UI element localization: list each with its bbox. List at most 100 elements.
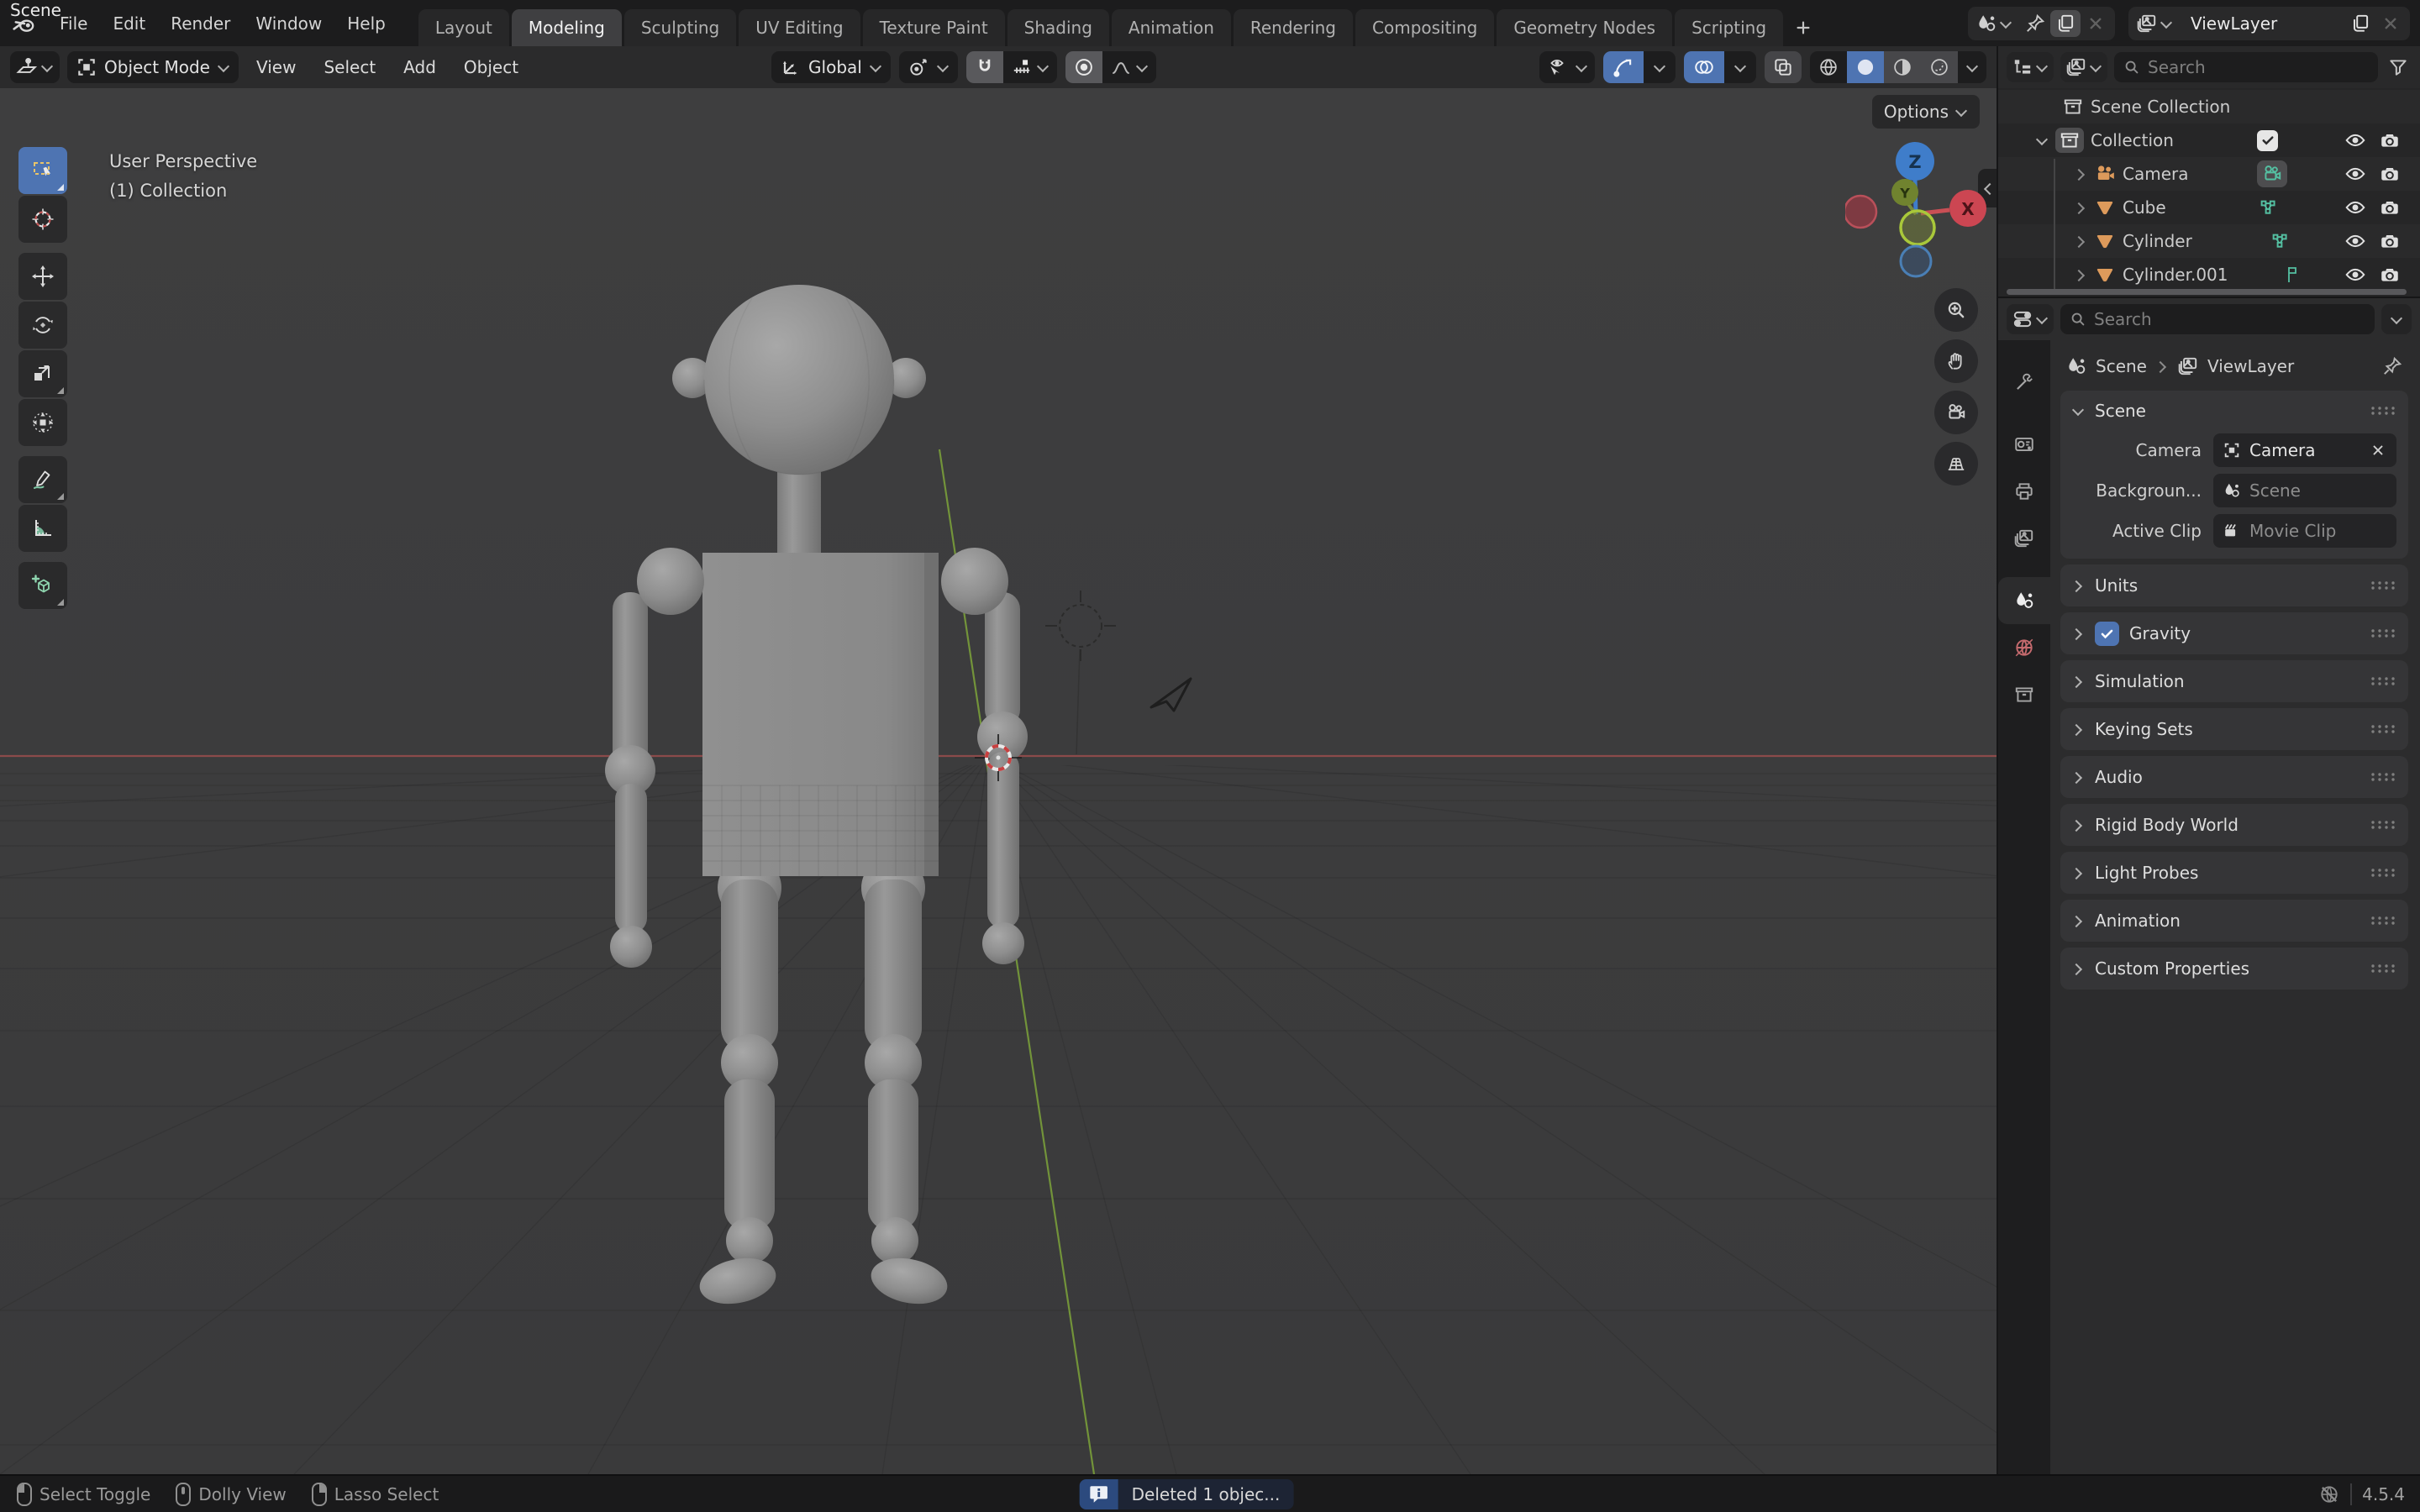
chevron-down-icon — [1575, 60, 1588, 74]
mesh-data-icon[interactable] — [2257, 197, 2279, 218]
expand-chevron-icon[interactable] — [2074, 167, 2087, 181]
outliner-row-cylinder[interactable]: Cylinder — [1998, 224, 2420, 258]
statusbar-right: 4.5.4 — [2318, 1483, 2405, 1505]
active-collection-label: (1) Collection — [109, 176, 257, 206]
outliner-scrollbar[interactable] — [2007, 289, 2407, 295]
scene-selector: Scene — [1968, 7, 2115, 40]
expand-chevron-icon[interactable] — [2074, 234, 2087, 248]
scene-collection-label: Scene Collection — [2091, 97, 2230, 117]
rotate-tool[interactable] — [18, 302, 67, 349]
outliner-row-collection[interactable]: Collection — [1998, 123, 2420, 157]
mesh-data-icon[interactable] — [2286, 265, 2299, 284]
hide-viewport-icon[interactable] — [2344, 129, 2366, 151]
mesh-data-icon[interactable] — [2269, 230, 2291, 252]
camera-data-icon — [2261, 163, 2283, 185]
navigation-gizmo[interactable]: Z Y X — [1845, 139, 1986, 280]
humanoid-model[interactable] — [605, 285, 1028, 1310]
camera-view-button[interactable] — [1934, 391, 1978, 434]
close-icon — [2085, 13, 2107, 34]
chevron-down-icon — [40, 60, 54, 74]
hide-viewport-icon[interactable] — [2344, 163, 2366, 185]
disable-render-icon[interactable] — [2379, 230, 2401, 252]
cursor-tool[interactable] — [18, 196, 67, 243]
expand-chevron-icon — [2071, 675, 2085, 688]
expand-chevron-icon — [2071, 627, 2085, 640]
status-message[interactable]: Deleted 1 objec... — [1080, 1479, 1294, 1509]
viewport-nav-buttons — [1934, 288, 1978, 486]
outliner-row-camera[interactable]: Camera — [1998, 157, 2420, 191]
toggle-ortho-button[interactable] — [1934, 442, 1978, 486]
collection-icon-box — [2055, 128, 2084, 153]
pan-button[interactable] — [1934, 339, 1978, 383]
measure-icon — [31, 517, 55, 540]
object-data-slot — [2257, 197, 2338, 218]
zoom-button[interactable] — [1934, 288, 1978, 332]
disable-render-icon[interactable] — [2379, 197, 2401, 218]
expand-chevron-icon[interactable] — [2074, 201, 2087, 214]
camera-object-icon — [2094, 163, 2116, 185]
scale-tool[interactable] — [18, 350, 67, 397]
hand-icon — [1945, 350, 1967, 372]
expand-chevron-icon[interactable] — [2074, 268, 2087, 281]
object-visibility-icons — [2344, 230, 2408, 252]
cursor-tool-icon — [31, 207, 55, 231]
chevron-down-icon — [1733, 60, 1747, 74]
select-box-tool[interactable] — [18, 147, 67, 194]
move-tool[interactable] — [18, 253, 67, 300]
z-axis-label: Z — [1908, 152, 1921, 172]
outliner-row-cube[interactable]: Cube — [1998, 191, 2420, 224]
gizmo-y-negative[interactable] — [1901, 211, 1934, 244]
annotate-tool[interactable] — [18, 456, 67, 503]
hide-viewport-icon[interactable] — [2344, 264, 2366, 286]
object-data-slot — [2257, 160, 2338, 187]
transform-icon — [31, 411, 55, 434]
collapse-chevron-icon[interactable] — [2035, 134, 2049, 147]
expand-chevron-icon — [2071, 818, 2085, 832]
disable-render-icon[interactable] — [2379, 264, 2401, 286]
3d-viewport[interactable]: User Perspective (1) Collection Options … — [0, 88, 1996, 1474]
chevron-down-icon — [2160, 17, 2173, 30]
rotate-icon — [31, 313, 55, 337]
chevron-down-icon — [1135, 60, 1149, 74]
view-perspective-label: User Perspective — [109, 147, 257, 176]
object-visibility-icons — [2344, 163, 2408, 185]
hide-viewport-icon[interactable] — [2344, 230, 2366, 252]
transform-tool[interactable] — [18, 399, 67, 446]
expand-chevron-icon — [2071, 722, 2085, 736]
delete-view-layer-button[interactable] — [2375, 10, 2406, 37]
disable-render-icon[interactable] — [2379, 163, 2401, 185]
chevron-down-icon — [2089, 60, 2102, 74]
hint-label: Select Toggle — [39, 1484, 150, 1504]
expand-chevron-icon — [2071, 962, 2085, 975]
mesh-object-icon — [2094, 197, 2116, 218]
hint-lasso-select: Lasso Select — [310, 1482, 439, 1507]
outliner-row-scene-collection[interactable]: Scene Collection — [1998, 90, 2420, 123]
disable-render-icon[interactable] — [2379, 129, 2401, 151]
mouse-right-icon — [310, 1482, 329, 1507]
object-visibility-icons — [2344, 264, 2408, 286]
arrow-empty-object[interactable] — [1151, 679, 1191, 711]
outliner-row-cylinder-001[interactable]: Cylinder.001 — [1998, 258, 2420, 291]
mouse-middle-icon — [174, 1482, 192, 1507]
empty-object[interactable] — [1045, 591, 1116, 754]
zoom-icon — [1945, 299, 1967, 321]
gizmo-z-negative[interactable] — [1901, 246, 1931, 276]
collection-icon — [2062, 96, 2084, 118]
expand-chevron-icon — [2071, 770, 2085, 784]
viewport-overlay-text: User Perspective (1) Collection — [109, 147, 257, 206]
hide-viewport-icon[interactable] — [2344, 197, 2366, 218]
exclude-checkbox[interactable] — [2257, 130, 2278, 151]
delete-scene-button[interactable] — [2081, 10, 2111, 37]
measure-tool[interactable] — [18, 505, 67, 552]
object-data-slot — [2257, 230, 2338, 252]
collection-visibility-icons — [2344, 129, 2408, 151]
chevron-down-icon — [217, 60, 230, 74]
gizmo-x-negative[interactable] — [1845, 196, 1876, 228]
options-dropdown[interactable]: Options — [1872, 95, 1980, 129]
close-icon — [2380, 13, 2402, 34]
version-label: 4.5.4 — [2362, 1484, 2405, 1504]
camera-data-box[interactable] — [2257, 160, 2287, 187]
collection-icon — [2059, 129, 2081, 151]
object-label: Cube — [2123, 197, 2166, 218]
add-cube-tool[interactable] — [18, 562, 67, 609]
